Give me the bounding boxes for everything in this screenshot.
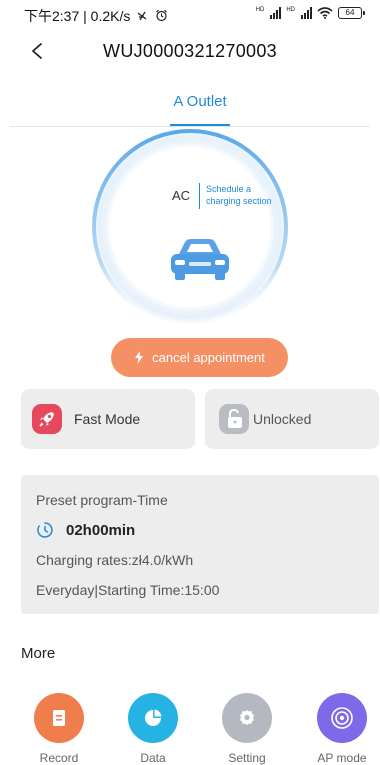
bolt-icon: [135, 351, 144, 364]
ap-mode-button[interactable]: AP mode: [307, 693, 377, 765]
setting-button[interactable]: Setting: [212, 693, 282, 765]
record-icon: [34, 693, 84, 743]
charger-type-label: AC: [172, 188, 191, 203]
signal-icon: [270, 7, 282, 19]
lock-status-card[interactable]: Unlocked: [205, 389, 379, 449]
status-time-text: 下午2:37 | 0.2K/s: [24, 8, 131, 24]
record-button[interactable]: Record: [24, 693, 94, 765]
header: WUJ0000321270003: [0, 30, 380, 74]
signal-icon-2: [301, 7, 312, 19]
car-icon: [171, 239, 229, 280]
status-bar: 下午2:37 | 0.2K/s HD HD 64: [0, 0, 380, 30]
schedule-charging-link[interactable]: Schedule a charging section: [206, 183, 286, 207]
record-label: Record: [39, 751, 79, 765]
preset-schedule: Everyday|Starting Time:15:00: [36, 582, 220, 598]
hd-label: HD: [255, 7, 265, 13]
cancel-appointment-label: cancel appointment: [152, 350, 265, 365]
status-time-speed: 下午2:37 | 0.2K/s: [24, 6, 168, 26]
preset-duration: 02h00min: [66, 521, 136, 539]
preset-program-panel: Preset program-Time 02h00min Charging ra…: [21, 475, 379, 614]
charging-rates: Charging rates:zł4.0/kWh: [36, 552, 194, 568]
battery-icon: 64: [338, 7, 365, 19]
preset-title: Preset program-Time: [36, 492, 168, 508]
schedule-line-1: Schedule a: [206, 184, 252, 194]
status-icons: HD HD 64: [255, 7, 365, 19]
cancel-appointment-button[interactable]: cancel appointment: [111, 338, 288, 377]
fast-mode-card[interactable]: Fast Mode: [21, 389, 195, 449]
preset-duration-row: 02h00min: [36, 521, 135, 539]
ap-mode-label: AP mode: [317, 751, 367, 765]
rocket-icon: [32, 404, 62, 434]
schedule-line-2: charging section: [206, 196, 272, 206]
alarm-icon: [156, 9, 168, 22]
charging-dial: [92, 129, 288, 325]
wireless-icon: [317, 693, 367, 743]
dial-separator: [199, 183, 200, 209]
unlock-icon: [219, 404, 249, 434]
battery-level: 64: [345, 8, 355, 17]
hd-label-2: HD: [286, 7, 295, 13]
mute-icon: [137, 11, 147, 21]
gear-icon: [222, 693, 272, 743]
tab-bar: A Outlet: [0, 85, 380, 127]
pie-chart-icon: [128, 693, 178, 743]
setting-label: Setting: [228, 751, 266, 765]
data-label: Data: [140, 751, 166, 765]
timer-icon: [37, 522, 53, 538]
data-button[interactable]: Data: [118, 693, 188, 765]
page-title: WUJ0000321270003: [103, 41, 277, 61]
tab-a-outlet[interactable]: A Outlet: [140, 93, 260, 110]
wifi-icon: [317, 7, 333, 19]
fast-mode-label: Fast Mode: [74, 411, 141, 427]
more-section-title: More: [21, 645, 56, 662]
lock-status-label: Unlocked: [253, 411, 312, 427]
